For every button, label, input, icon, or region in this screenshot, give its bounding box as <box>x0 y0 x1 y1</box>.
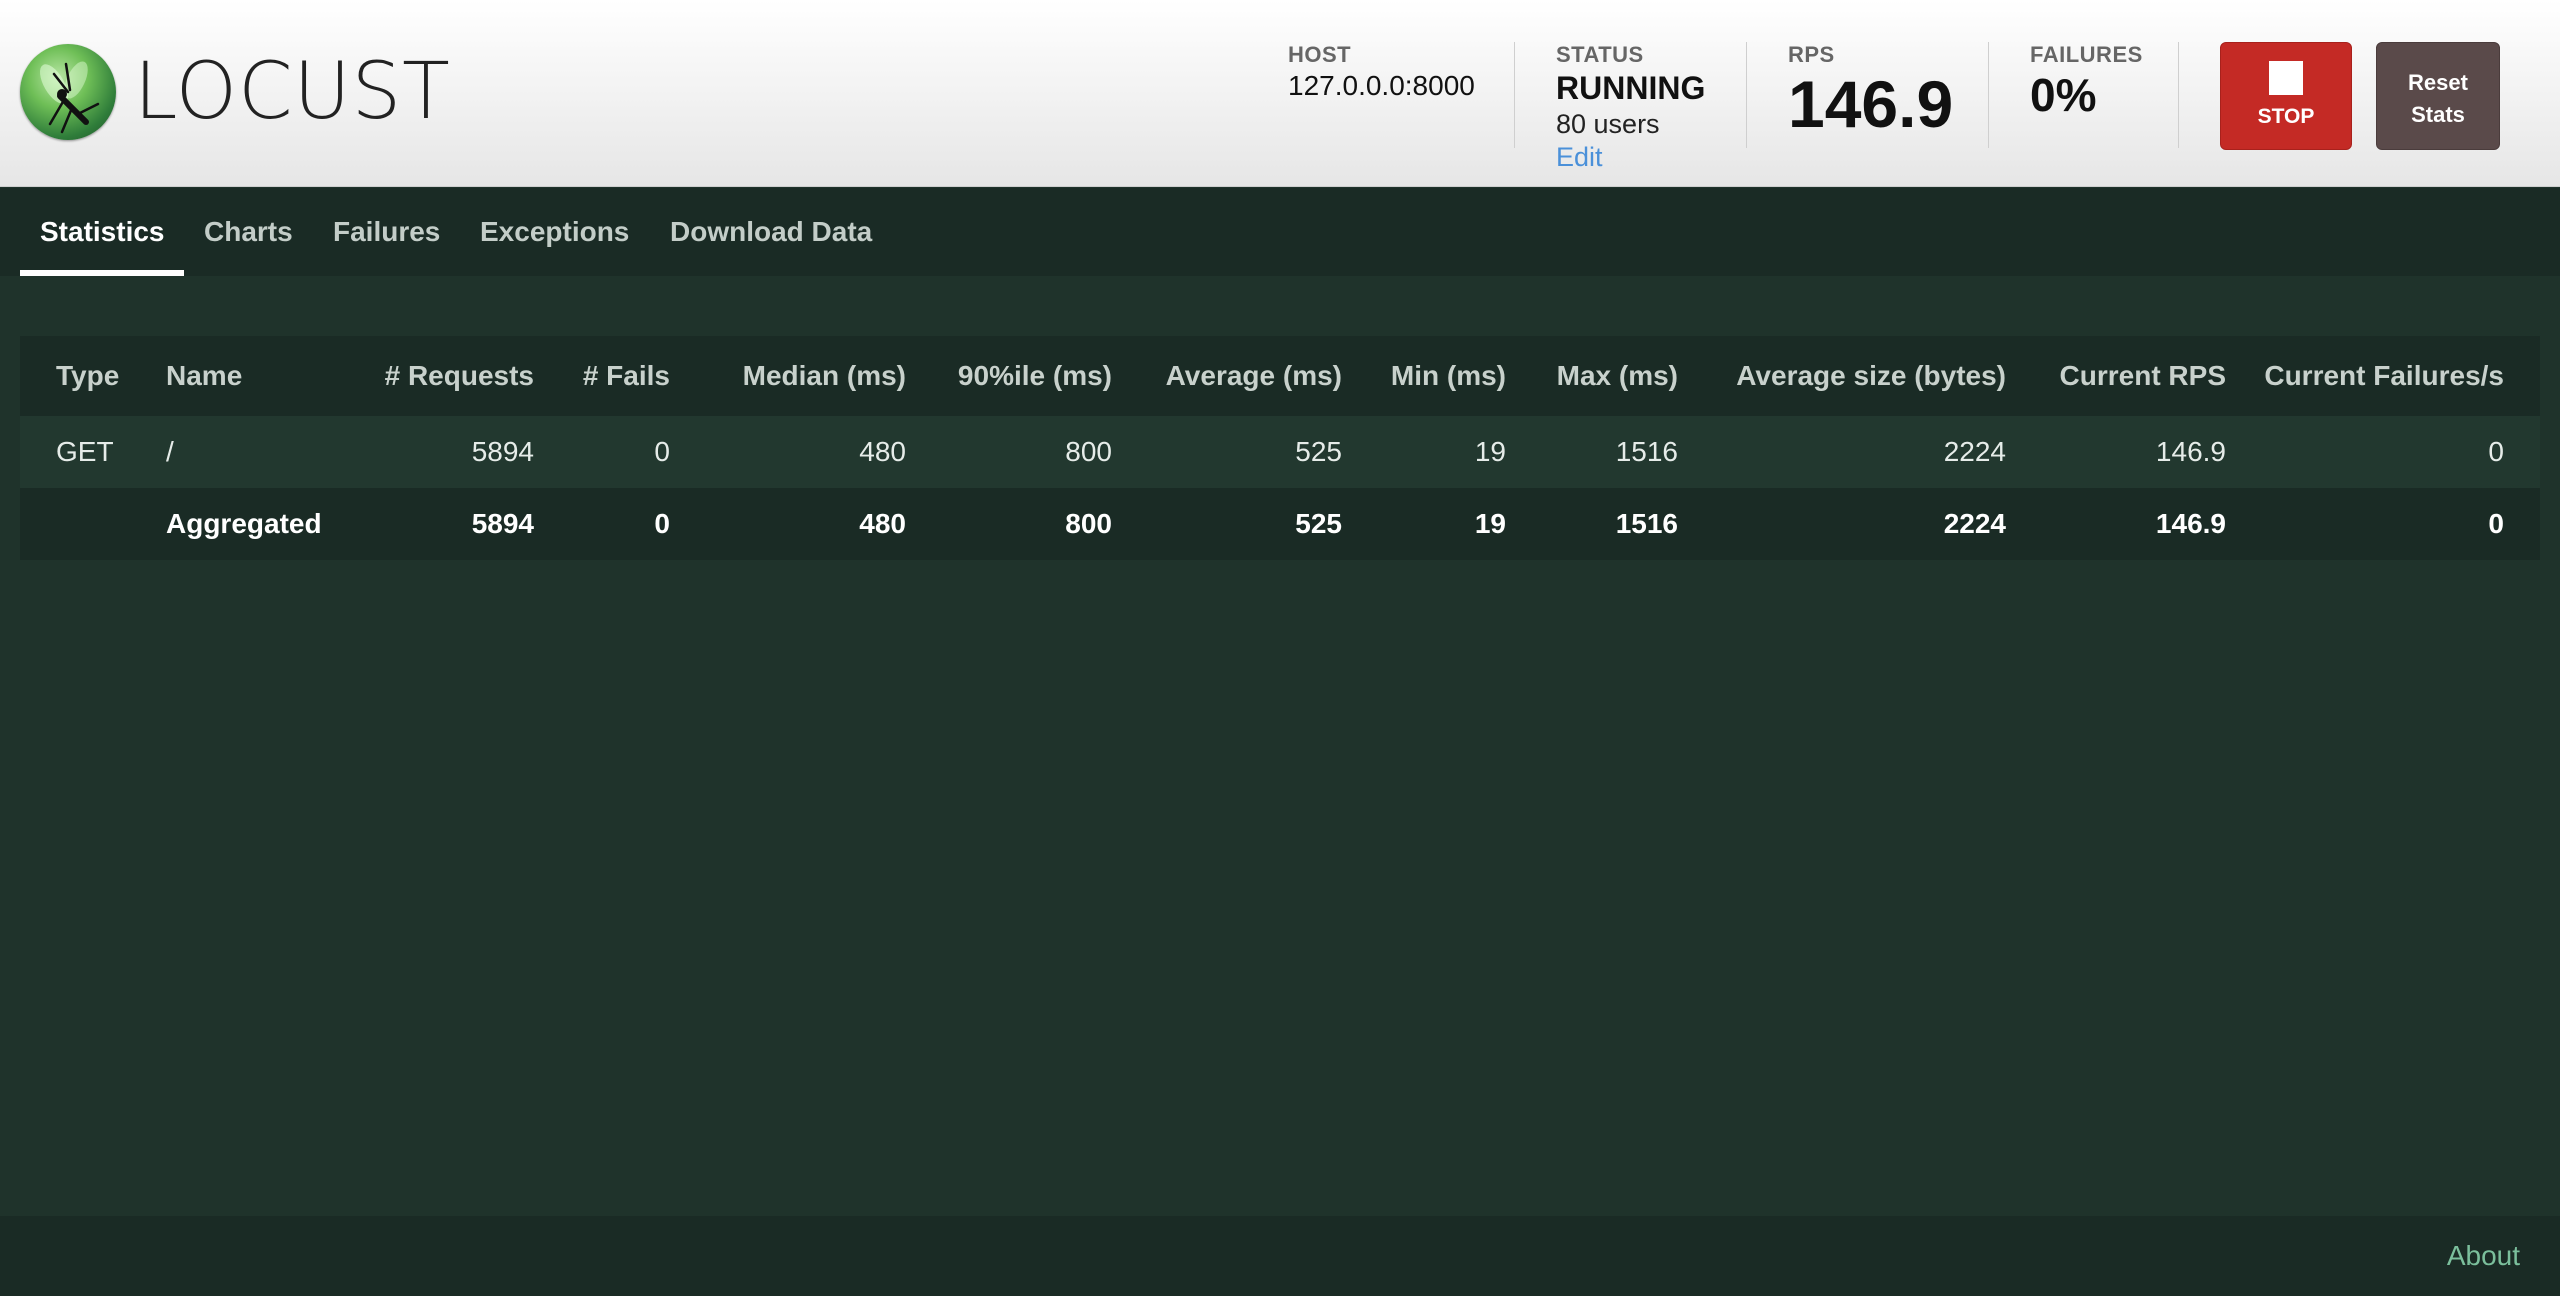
host-label: HOST <box>1288 42 1352 67</box>
statistics-table: Type Name # Requests # Fails Median (ms)… <box>20 336 2540 560</box>
column-header[interactable]: Type <box>56 336 119 416</box>
tab-download-data[interactable]: Download Data <box>670 188 872 276</box>
column-header[interactable]: Median (ms) <box>700 336 906 416</box>
cell-median: 480 <box>859 436 906 467</box>
cell-min: 19 <box>1474 436 1506 467</box>
aggregated-row: Aggregated 5894 0 480 800 525 19 1516 22… <box>20 488 2540 560</box>
column-header[interactable]: Current Failures/s <box>2250 336 2504 416</box>
locust-logo: LOCUST <box>20 44 451 140</box>
header-bar: LOCUST HOST 127.0.0.0:8000 STATUS RUNNIN… <box>0 0 2560 187</box>
status-value: RUNNING <box>1556 70 1706 106</box>
tab-charts[interactable]: Charts <box>204 188 293 276</box>
cell-requests: 5894 <box>471 436 534 467</box>
edit-users-link[interactable]: Edit <box>1556 142 1705 173</box>
cell-median: 480 <box>859 508 906 539</box>
cell-max: 1516 <box>1615 436 1678 467</box>
cell-requests: 5894 <box>471 508 534 539</box>
footer-bar: About <box>0 1216 2560 1296</box>
cell-name: / <box>166 436 174 467</box>
column-header[interactable]: # Fails <box>550 336 670 416</box>
column-header[interactable]: Name <box>166 336 242 416</box>
column-header[interactable]: Current RPS <box>2030 336 2226 416</box>
cell-current-rps: 146.9 <box>2155 436 2226 467</box>
rps-label: RPS <box>1788 42 1835 67</box>
locust-logo-icon <box>20 44 116 140</box>
cell-min: 19 <box>1474 508 1506 539</box>
user-count: 80 users <box>1556 109 1660 139</box>
stop-button[interactable]: STOP <box>2220 42 2352 150</box>
tab-bar: Statistics Charts Failures Exceptions Do… <box>0 188 2560 276</box>
cell-average: 525 <box>1295 436 1342 467</box>
cell-90ile: 800 <box>1065 436 1112 467</box>
failures-stat: FAILURES 0% <box>2030 42 2143 122</box>
status-stat: STATUS RUNNING 80 users Edit <box>1556 42 1705 173</box>
cell-avg-size: 2224 <box>1943 508 2006 539</box>
stop-icon <box>2269 61 2303 95</box>
logo-text: LOCUST <box>134 47 451 137</box>
rps-stat: RPS 146.9 <box>1788 42 1953 142</box>
failures-label: FAILURES <box>2030 42 2143 67</box>
about-link[interactable]: About <box>2447 1240 2520 1272</box>
cell-current-failures: 0 <box>2488 508 2504 539</box>
table-row: GET / 5894 0 480 800 525 19 1516 2224 14… <box>20 416 2540 488</box>
tab-exceptions[interactable]: Exceptions <box>480 188 629 276</box>
divider <box>1746 42 1747 148</box>
column-header[interactable]: Min (ms) <box>1360 336 1506 416</box>
tab-statistics[interactable]: Statistics <box>40 188 165 276</box>
reset-stats-button[interactable]: Reset Stats <box>2376 42 2500 150</box>
column-header[interactable]: Average (ms) <box>1130 336 1342 416</box>
cell-current-rps: 146.9 <box>2155 508 2226 539</box>
status-label: STATUS <box>1556 42 1644 67</box>
divider <box>1988 42 1989 148</box>
cell-fails: 0 <box>654 436 670 467</box>
cell-avg-size: 2224 <box>1943 436 2006 467</box>
column-header[interactable]: Average size (bytes) <box>1700 336 2006 416</box>
host-value: 127.0.0.0:8000 <box>1288 70 1475 101</box>
active-tab-indicator <box>20 270 184 276</box>
failures-value: 0% <box>2030 69 2097 121</box>
cell-average: 525 <box>1295 508 1342 539</box>
rps-value: 146.9 <box>1788 67 1954 141</box>
column-header[interactable]: Max (ms) <box>1520 336 1678 416</box>
cell-max: 1516 <box>1615 508 1678 539</box>
column-header[interactable]: # Requests <box>320 336 534 416</box>
host-stat: HOST 127.0.0.0:8000 <box>1288 42 1475 102</box>
stop-label: STOP <box>2257 105 2315 128</box>
divider <box>1514 42 1515 148</box>
tab-failures[interactable]: Failures <box>333 188 440 276</box>
divider <box>2178 42 2179 148</box>
cell-type: GET <box>56 436 114 467</box>
column-header[interactable]: 90%ile (ms) <box>920 336 1112 416</box>
cell-fails: 0 <box>654 508 670 539</box>
reset-label-line2: Stats <box>2411 102 2465 127</box>
cell-current-failures: 0 <box>2488 436 2504 467</box>
cell-name: Aggregated <box>166 508 322 539</box>
table-header-row: Type Name # Requests # Fails Median (ms)… <box>20 336 2540 416</box>
reset-label-line1: Reset <box>2408 70 2468 95</box>
cell-90ile: 800 <box>1065 508 1112 539</box>
